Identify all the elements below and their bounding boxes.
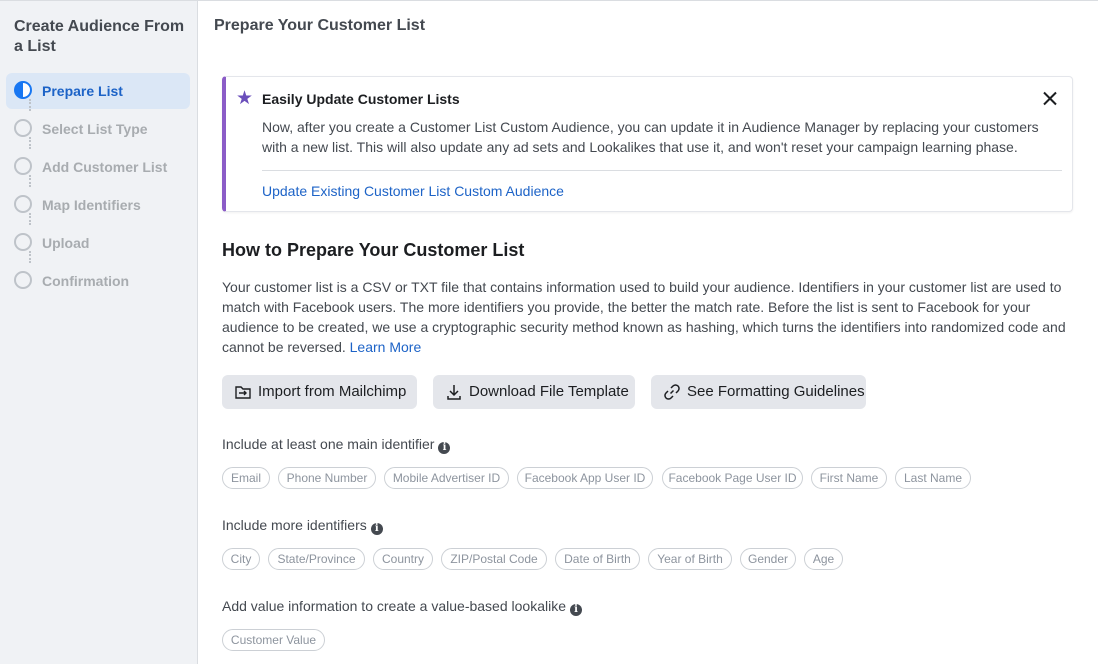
step-label: Select List Type (42, 121, 148, 137)
step-label: Confirmation (42, 273, 130, 289)
sidebar: Create Audience From a List Prepare List… (0, 1, 198, 664)
label-text: Include at least one main identifier (222, 436, 435, 452)
label-text: Add value information to create a value-… (222, 598, 566, 614)
identifier-chip: ZIP/Postal Code (441, 548, 547, 570)
button-label: See Formatting Guidelines (687, 383, 865, 400)
download-icon (447, 385, 461, 400)
star-icon: ★ (236, 88, 254, 109)
identifier-chip: Facebook Page User ID (662, 467, 803, 489)
step-connector (29, 137, 31, 149)
identifier-chip: Age (804, 548, 843, 570)
identifier-chip: Date of Birth (555, 548, 640, 570)
info-icon[interactable]: i (438, 442, 451, 454)
circle-icon (14, 195, 32, 213)
identifier-chip: State/Province (268, 548, 365, 570)
download-template-button[interactable]: Download File Template (433, 375, 635, 409)
update-lists-notice: ★ Easily Update Customer Lists Now, afte… (222, 76, 1073, 212)
identifier-chip: Year of Birth (648, 548, 732, 570)
main-identifier-label: Include at least one main identifier i (222, 436, 451, 454)
import-mailchimp-button[interactable]: Import from Mailchimp (222, 375, 417, 409)
step-label: Map Identifiers (42, 197, 141, 213)
formatting-guidelines-button[interactable]: See Formatting Guidelines (651, 375, 866, 409)
step-label: Add Customer List (42, 159, 168, 175)
step-connector (29, 213, 31, 225)
step-map-identifiers[interactable]: Map Identifiers (6, 187, 190, 225)
folder-import-icon (235, 386, 251, 399)
identifier-chip: Facebook App User ID (517, 467, 653, 489)
identifier-chip: Gender (740, 548, 796, 570)
sidebar-title: Create Audience From a List (14, 18, 185, 55)
identifier-chip: Last Name (895, 467, 971, 489)
circle-icon (14, 119, 32, 137)
step-select-list-type[interactable]: Select List Type (6, 111, 190, 149)
half-filled-circle-icon (14, 81, 32, 99)
step-add-customer-list[interactable]: Add Customer List (6, 149, 190, 187)
identifier-chip: City (222, 548, 260, 570)
page-title: Prepare Your Customer List (214, 17, 426, 34)
circle-icon (14, 233, 32, 251)
identifier-chip: Country (373, 548, 433, 570)
notice-divider (262, 170, 1062, 171)
howto-heading: How to Prepare Your Customer List (222, 240, 525, 260)
identifier-chip: Mobile Advertiser ID (384, 467, 509, 489)
learn-more-link[interactable]: Learn More (350, 339, 422, 355)
identifier-chip: First Name (811, 467, 887, 489)
button-label: Download File Template (469, 383, 629, 400)
main-panel: Prepare Your Customer List ★ Easily Upda… (198, 1, 1098, 664)
button-label: Import from Mailchimp (258, 383, 407, 400)
value-info-label: Add value information to create a value-… (222, 598, 582, 616)
step-connector (29, 251, 31, 263)
howto-text: Your customer list is a CSV or TXT file … (222, 279, 1066, 355)
notice-body: Now, after you create a Customer List Cu… (262, 119, 1039, 155)
step-connector (29, 99, 31, 111)
identifier-chip: Phone Number (278, 467, 376, 489)
step-label: Prepare List (42, 83, 123, 99)
howto-body: Your customer list is a CSV or TXT file … (222, 277, 1070, 357)
step-list: Prepare List Select List Type Add Custom… (6, 73, 190, 301)
circle-icon (14, 271, 32, 289)
step-upload[interactable]: Upload (6, 225, 190, 263)
info-icon[interactable]: i (569, 604, 582, 616)
step-label: Upload (42, 235, 90, 251)
step-prepare-list[interactable]: Prepare List (6, 73, 190, 109)
identifier-chip: Email (222, 467, 270, 489)
link-icon (664, 384, 680, 400)
label-text: Include more identifiers (222, 517, 367, 533)
info-icon[interactable]: i (370, 523, 383, 535)
update-existing-audience-link[interactable]: Update Existing Customer List Custom Aud… (262, 183, 564, 199)
close-icon[interactable] (1040, 89, 1060, 109)
notice-title: Easily Update Customer Lists (262, 91, 460, 107)
identifier-chip: Customer Value (222, 629, 325, 651)
step-confirmation[interactable]: Confirmation (6, 263, 190, 301)
step-connector (29, 175, 31, 187)
circle-icon (14, 157, 32, 175)
more-identifiers-label: Include more identifiers i (222, 517, 383, 535)
